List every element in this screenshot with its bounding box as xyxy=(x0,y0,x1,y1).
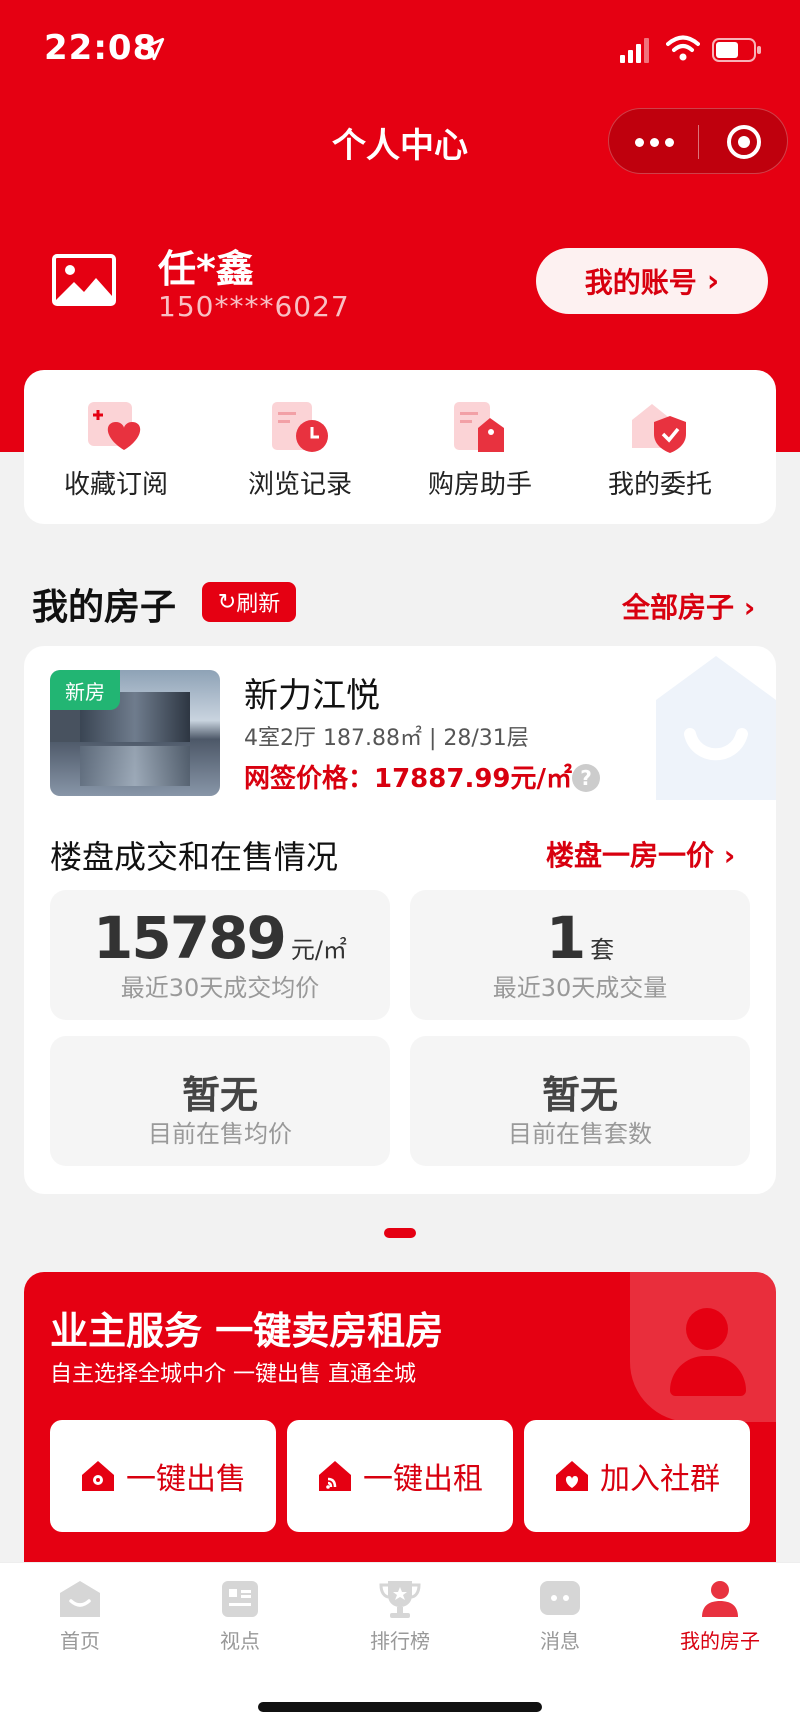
price-list-link[interactable]: 楼盘一房一价 › xyxy=(546,834,735,874)
refresh-icon: ↻ xyxy=(217,589,237,615)
quick-actions-card: 收藏订阅 浏览记录 购房助手 我的委托 xyxy=(24,370,776,524)
quick-action-label: 我的委托 xyxy=(607,470,712,500)
trophy-icon xyxy=(379,1581,421,1618)
quick-action-label: 购房助手 xyxy=(427,470,532,500)
stat-value: 1 xyxy=(545,904,586,972)
service-label: 一键出租 xyxy=(363,1462,483,1497)
entrust-shield-icon xyxy=(632,404,686,453)
my-house-title: 我的房子 xyxy=(32,587,177,628)
one-click-sell-button[interactable]: 一键出售 xyxy=(50,1420,276,1532)
tab-viewpoint[interactable]: 视点 xyxy=(160,1579,320,1654)
stat-unit: 元/㎡ xyxy=(290,936,347,964)
avatar-image-icon[interactable] xyxy=(52,254,116,306)
tab-messages[interactable]: 消息 xyxy=(480,1579,640,1654)
stat-value: 15789 xyxy=(93,904,287,972)
location-arrow-icon xyxy=(141,37,165,61)
new-house-badge: 新房 xyxy=(50,670,120,710)
battery-icon xyxy=(712,38,761,62)
price-list-label: 楼盘一房一价 xyxy=(546,839,715,872)
house-info: 4室2厅 187.88㎡ | 28/31层 xyxy=(244,726,529,751)
stat-value: 暂无 xyxy=(181,1073,258,1117)
viewpoint-icon xyxy=(222,1581,258,1617)
user-name: 任*鑫 xyxy=(158,247,254,291)
chevron-right-icon: › xyxy=(743,591,756,624)
house-heart-icon xyxy=(556,1461,588,1491)
home-icon xyxy=(60,1581,100,1617)
stat-label: 最近30天成交均价 xyxy=(120,974,320,1002)
deal-section-title: 楼盘成交和在售情况 xyxy=(50,838,339,876)
purchase-assistant-icon xyxy=(454,402,504,452)
service-label: 一键出售 xyxy=(126,1462,246,1497)
status-bar: 22:08 xyxy=(0,0,800,100)
stat-label: 最近30天成交量 xyxy=(492,974,668,1002)
owner-service-card: 业主服务 一键卖房租房 自主选择全城中介 一键出售 直通全城 一键出售 一键出租… xyxy=(24,1272,776,1562)
help-icon[interactable]: ? xyxy=(572,764,600,792)
target-icon xyxy=(727,125,761,159)
tab-my-house[interactable]: 我的房子 xyxy=(640,1579,800,1654)
stat-avg-deal-price: 15789 元/㎡ 最近30天成交均价 xyxy=(50,890,390,1020)
quick-action-label: 浏览记录 xyxy=(247,470,352,500)
quick-action-label: 收藏订阅 xyxy=(63,470,168,500)
message-icon xyxy=(540,1581,580,1615)
refresh-button[interactable]: ↻ 刷新 xyxy=(202,582,296,622)
tab-ranking[interactable]: 排行榜 xyxy=(320,1579,480,1654)
house-watermark-icon xyxy=(656,656,776,800)
close-target-button[interactable] xyxy=(699,109,789,175)
owner-service-subtitle: 自主选择全城中介 一键出售 直通全城 xyxy=(50,1362,416,1387)
carousel-indicator xyxy=(384,1228,416,1238)
owner-service-title: 业主服务 一键卖房租房 xyxy=(50,1309,444,1353)
all-houses-label: 全部房子 xyxy=(622,591,735,624)
house-signal-icon xyxy=(319,1461,351,1491)
service-label: 加入社群 xyxy=(600,1462,720,1497)
quick-action-entrust[interactable]: 我的委托 xyxy=(580,400,740,501)
cellular-signal-icon xyxy=(620,38,649,63)
my-account-label: 我的账号 xyxy=(584,266,697,299)
quick-action-favorites[interactable]: 收藏订阅 xyxy=(36,400,196,501)
tab-home[interactable]: 首页 xyxy=(0,1579,160,1654)
stat-onsale-count: 暂无 目前在售套数 xyxy=(410,1036,750,1166)
refresh-label: 刷新 xyxy=(236,592,281,617)
stat-label: 目前在售均价 xyxy=(148,1120,292,1148)
stat-value: 暂无 xyxy=(541,1073,618,1117)
stat-label: 目前在售套数 xyxy=(508,1120,652,1148)
my-house-person-icon xyxy=(702,1581,738,1617)
user-phone: 150****6027 xyxy=(158,290,350,323)
tab-label: 我的房子 xyxy=(680,1629,760,1653)
chevron-right-icon: › xyxy=(706,263,720,299)
stat-deal-volume: 1套 最近30天成交量 xyxy=(410,890,750,1020)
stat-unit: 套 xyxy=(590,936,615,964)
history-clock-icon xyxy=(272,402,328,452)
chevron-right-icon: › xyxy=(723,839,736,872)
stat-onsale-avg-price: 暂无 目前在售均价 xyxy=(50,1036,390,1166)
my-account-button[interactable]: 我的账号 › xyxy=(536,248,768,314)
one-click-rent-button[interactable]: 一键出租 xyxy=(287,1420,513,1532)
tab-label: 消息 xyxy=(540,1629,580,1653)
wifi-icon xyxy=(666,35,700,61)
house-photo[interactable]: 新房 xyxy=(50,670,220,796)
house-name: 新力江悦 xyxy=(244,676,380,716)
quick-action-history[interactable]: 浏览记录 xyxy=(220,400,380,501)
quick-action-assistant[interactable]: 购房助手 xyxy=(400,400,560,501)
house-gear-icon xyxy=(82,1461,114,1491)
miniprogram-capsule xyxy=(608,108,788,174)
all-houses-link[interactable]: 全部房子 › xyxy=(622,586,755,626)
tab-label: 视点 xyxy=(220,1629,260,1653)
house-signed-price: 网签价格：17887.99元/㎡ xyxy=(244,764,573,794)
home-indicator xyxy=(258,1702,542,1712)
join-community-button[interactable]: 加入社群 xyxy=(524,1420,750,1532)
tab-label: 首页 xyxy=(60,1629,100,1653)
more-button[interactable] xyxy=(609,109,699,175)
favorite-heart-icon xyxy=(88,402,141,450)
house-card[interactable]: 新房 新力江悦 4室2厅 187.88㎡ | 28/31层 网签价格：17887… xyxy=(24,646,776,1194)
tab-label: 排行榜 xyxy=(370,1629,430,1653)
owner-person-icon xyxy=(630,1272,776,1422)
